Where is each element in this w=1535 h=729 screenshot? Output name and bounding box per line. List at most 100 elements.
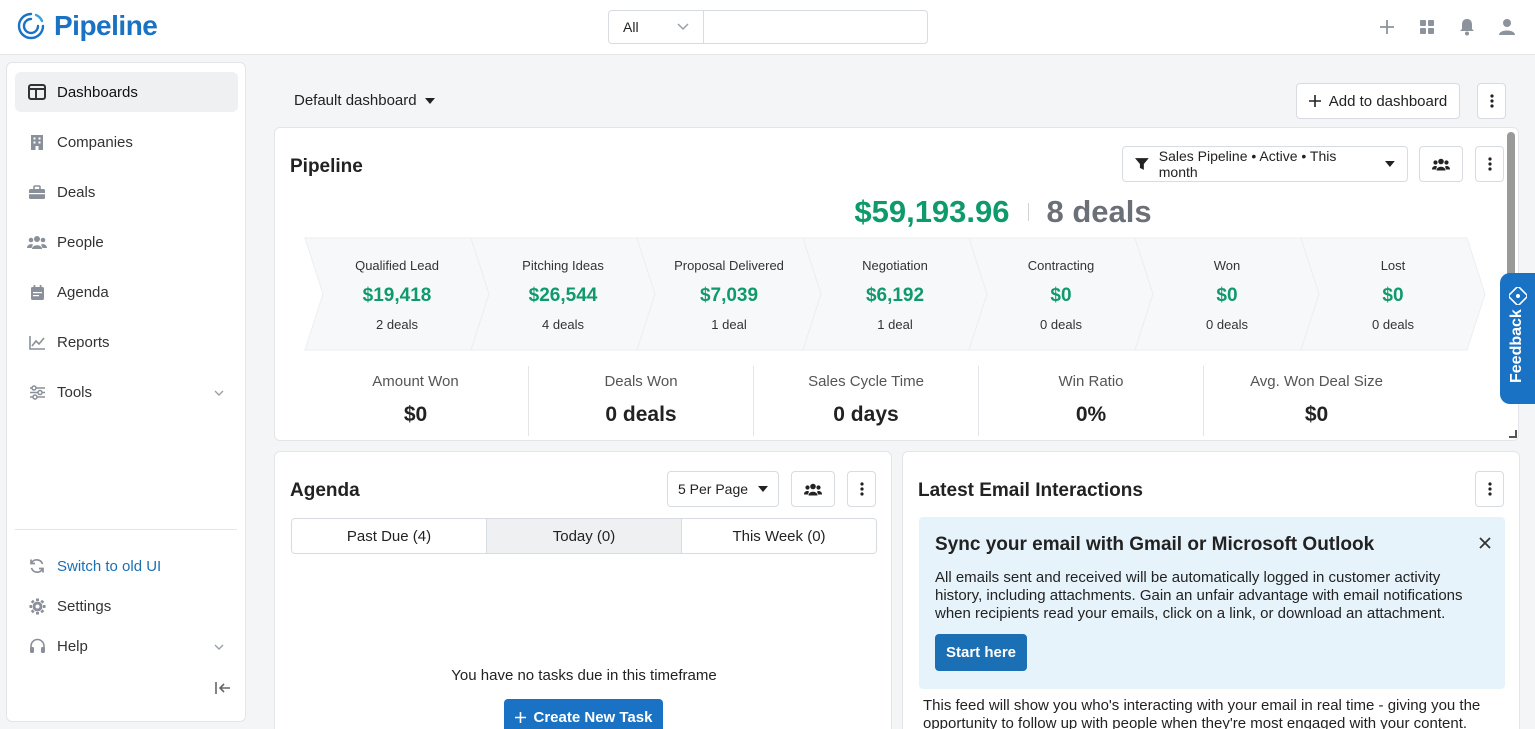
stage-deals: 0 deals [1040, 317, 1082, 332]
email-more-button[interactable] [1475, 471, 1504, 507]
plus-icon[interactable] [1377, 16, 1397, 38]
tab-today[interactable]: Today (0) [487, 519, 682, 553]
chevron-down-icon [677, 23, 689, 31]
collapse-sidebar-icon[interactable] [215, 681, 231, 700]
funnel-icon [1135, 158, 1149, 170]
pipeline-more-button[interactable] [1475, 146, 1504, 182]
apps-grid-icon[interactable] [1417, 16, 1437, 38]
people-icon [27, 232, 47, 252]
user-icon[interactable] [1497, 16, 1517, 38]
bell-icon[interactable] [1457, 16, 1477, 38]
sidebar-item-label: Reports [57, 333, 110, 351]
sidebar-item-label: Companies [57, 133, 133, 151]
pipeline-filter-button[interactable]: Sales Pipeline • Active • This month [1122, 146, 1408, 182]
tab-past-due[interactable]: Past Due (4) [292, 519, 487, 553]
sidebar-item-settings[interactable]: Settings [15, 586, 238, 626]
metric-sales-cycle-time: Sales Cycle Time 0 days [754, 366, 979, 436]
resize-handle[interactable] [1509, 430, 1517, 438]
kebab-menu-icon [1487, 482, 1492, 496]
top-actions [1377, 16, 1517, 38]
pipeline-title: Pipeline [290, 156, 363, 177]
plus-icon [514, 711, 526, 723]
pipeline-stage-contracting[interactable]: Contracting $0 0 deals [967, 236, 1155, 352]
top-bar: Pipeline All [0, 0, 1535, 55]
close-icon[interactable] [1479, 533, 1491, 554]
agenda-users-button[interactable] [791, 471, 835, 507]
pipeline-stage-negotiation[interactable]: Negotiation $6,192 1 deal [801, 236, 989, 352]
stage-deals: 1 deal [711, 317, 747, 332]
pipeline-total-deals: 8 deals [1046, 194, 1152, 229]
pipeline-stage-qualified-lead[interactable]: Qualified Lead $19,418 2 deals [303, 236, 491, 352]
pipeline-metrics: Amount Won $0 Deals Won 0 deals Sales Cy… [303, 366, 1505, 436]
kebab-menu-icon [859, 482, 864, 496]
agenda-empty-message: You have no tasks due in this timeframe [451, 667, 717, 684]
dashboard-select[interactable]: Default dashboard [294, 92, 435, 109]
kebab-menu-icon [1487, 157, 1492, 171]
metric-value: $0 [1304, 403, 1329, 426]
dashboard-select-label: Default dashboard [294, 92, 417, 109]
app-logo[interactable]: Pipeline [16, 10, 158, 42]
people-icon [804, 483, 822, 495]
sidebar-item-people[interactable]: People [15, 222, 238, 262]
calendar-icon [27, 282, 47, 302]
sidebar-item-agenda[interactable]: Agenda [15, 272, 238, 312]
metric-label: Win Ratio [1058, 373, 1124, 390]
sidebar-item-reports[interactable]: Reports [15, 322, 238, 362]
stage-deals: 4 deals [542, 317, 584, 332]
search-input[interactable] [704, 11, 927, 43]
stage-deals: 0 deals [1206, 317, 1248, 332]
per-page-select[interactable]: 5 Per Page [667, 471, 779, 507]
per-page-value: 5 Per Page [677, 481, 749, 497]
pipeline-stage-pitching-ideas[interactable]: Pitching Ideas $26,544 4 deals [469, 236, 657, 352]
sidebar-item-label: People [57, 233, 104, 251]
feedback-label: Feedback [1508, 309, 1525, 383]
metric-label: Amount Won [372, 373, 459, 390]
sidebar-item-dashboards[interactable]: Dashboards [15, 72, 238, 112]
metric-amount-won: Amount Won $0 [303, 366, 529, 436]
pipeline-widget: Pipeline Sales Pipeline • Active • This … [274, 127, 1519, 441]
metric-label: Deals Won [604, 373, 678, 390]
metric-win-ratio: Win Ratio 0% [979, 366, 1204, 436]
pipeline-users-button[interactable] [1419, 146, 1463, 182]
search-scope-select[interactable]: All [609, 11, 704, 43]
create-task-label: Create New Task [533, 708, 653, 726]
create-task-button[interactable]: Create New Task [504, 699, 663, 729]
tab-this-week[interactable]: This Week (0) [682, 519, 876, 553]
add-to-dashboard-label: Add to dashboard [1328, 92, 1448, 110]
pipeline-stage-lost[interactable]: Lost $0 0 deals [1299, 236, 1487, 352]
email-feed-description: This feed will show you who's interactin… [923, 697, 1481, 729]
add-to-dashboard-button[interactable]: Add to dashboard [1296, 83, 1460, 119]
feedback-icon [1509, 287, 1527, 305]
search-scope-value: All [623, 19, 639, 35]
sidebar-item-help[interactable]: Help [15, 626, 238, 666]
stage-amount: $6,192 [865, 285, 925, 306]
start-here-button[interactable]: Start here [935, 634, 1027, 671]
email-interactions-widget: Latest Email Interactions Sync your emai… [902, 451, 1520, 729]
sidebar-item-label: Switch to old UI [57, 557, 162, 575]
totals-divider [1027, 203, 1029, 221]
stage-amount: $26,544 [528, 285, 598, 306]
pipeline-stages: Qualified Lead $19,418 2 deals Pitching … [303, 236, 1493, 352]
agenda-more-button[interactable] [847, 471, 876, 507]
dashboard-icon [27, 82, 47, 102]
stage-amount: $19,418 [362, 285, 432, 306]
caret-down-icon [1385, 161, 1395, 167]
stage-name: Proposal Delivered [674, 258, 784, 273]
metric-value: $0 [403, 403, 428, 426]
people-icon [1432, 158, 1450, 170]
sidebar-divider [15, 529, 237, 530]
agenda-title: Agenda [290, 480, 360, 501]
headset-icon [27, 636, 47, 656]
sidebar-item-deals[interactable]: Deals [15, 172, 238, 212]
switch-old-ui-link[interactable]: Switch to old UI [15, 546, 238, 586]
stage-amount: $0 [1216, 285, 1238, 306]
pipeline-totals: $59,193.96 8 deals [275, 194, 1518, 230]
pipeline-stage-proposal-delivered[interactable]: Proposal Delivered $7,039 1 deal [635, 236, 823, 352]
app-name: Pipeline [54, 10, 158, 41]
sidebar-item-label: Dashboards [57, 83, 138, 101]
feedback-tab[interactable]: Feedback [1500, 273, 1535, 404]
sidebar-item-tools[interactable]: Tools [15, 372, 238, 412]
dashboard-more-button[interactable] [1477, 83, 1506, 119]
sidebar-item-companies[interactable]: Companies [15, 122, 238, 162]
pipeline-stage-won[interactable]: Won $0 0 deals [1133, 236, 1321, 352]
